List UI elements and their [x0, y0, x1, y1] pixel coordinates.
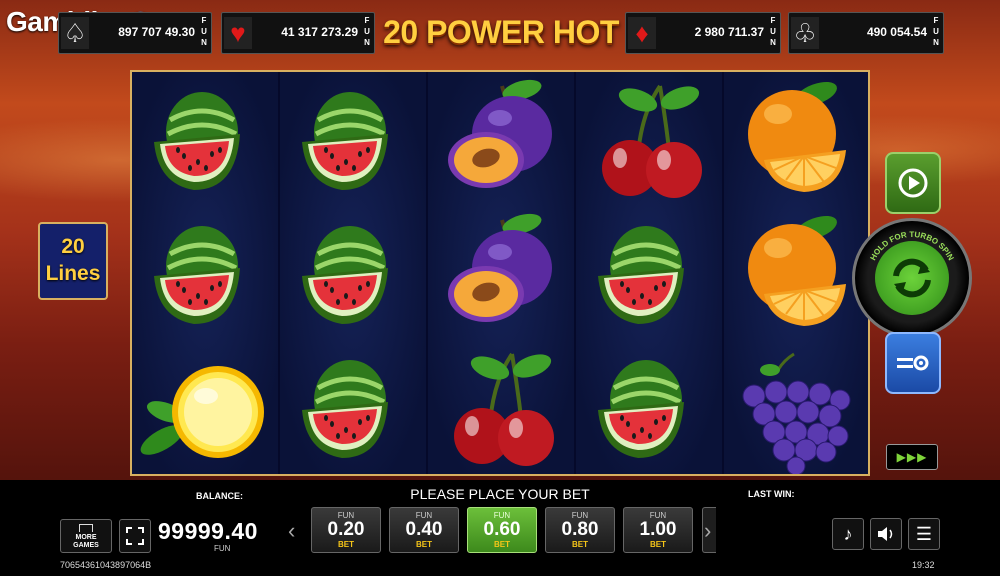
- more-games-label: MORE: [75, 534, 97, 541]
- house-icon: [79, 524, 93, 532]
- autoplay-button[interactable]: [885, 152, 941, 214]
- session-id: 70654361043897064B: [60, 560, 152, 570]
- bet-button-0-40[interactable]: FUN 0.40 BET: [389, 507, 459, 553]
- bet-value: 0.40: [405, 519, 443, 540]
- more-games-label: GAMES: [73, 542, 99, 549]
- clock: 19:32: [912, 560, 935, 570]
- jackpot-heart: ♥ 41 317 273.29 FUN: [221, 12, 375, 54]
- reel-1: [132, 72, 278, 474]
- orange-symbol: [724, 72, 868, 206]
- jackpot-value: 41 317 273.29: [281, 25, 358, 39]
- lines-label: Lines: [45, 262, 101, 285]
- grapes-symbol: [724, 340, 868, 474]
- bet-label: BET: [338, 540, 354, 549]
- autoplay-icon: [898, 168, 928, 198]
- music-button[interactable]: ♪: [832, 518, 864, 550]
- watermelon-symbol: [576, 340, 722, 474]
- reel-5: [724, 72, 868, 474]
- hamburger-menu-icon: ☰: [915, 523, 933, 544]
- reel-3: [428, 72, 574, 474]
- jackpot-spade: ♤ 897 707 49.30 FUN: [58, 12, 212, 54]
- status-message: PLEASE PLACE YOUR BET: [410, 486, 590, 502]
- jackpot-diamond: ♦ 2 980 711.37 FUN: [625, 12, 781, 54]
- settings-button[interactable]: [885, 332, 941, 394]
- watermelon-symbol: [132, 72, 278, 206]
- last-win-label: LAST WIN:: [748, 489, 795, 499]
- balance-currency: FUN: [214, 544, 231, 553]
- watermelon-symbol: [280, 206, 426, 340]
- speaker-icon: [878, 527, 893, 541]
- bet-value: 1.00: [639, 519, 677, 540]
- bet-scroll-left-arrow[interactable]: ‹: [288, 518, 295, 544]
- bet-label: BET: [416, 540, 432, 549]
- bet-value: 0.80: [561, 519, 599, 540]
- menu-button[interactable]: ☰: [908, 518, 940, 550]
- plum-symbol: [428, 206, 574, 340]
- lines-badge: 20 Lines: [38, 222, 108, 300]
- sound-button[interactable]: [870, 518, 902, 550]
- spade-icon: ♤: [61, 17, 89, 49]
- watermelon-symbol: [280, 72, 426, 206]
- jackpot-value: 490 054.54: [866, 25, 927, 39]
- play-forward-icon: ▶▶▶: [896, 450, 928, 464]
- orange-symbol: [724, 206, 868, 340]
- game-title: 20 POWER HOT: [383, 14, 619, 50]
- reel-2: [280, 72, 426, 474]
- bet-button-0-20[interactable]: FUN 0.20 BET: [311, 507, 381, 553]
- lines-count: 20: [61, 235, 85, 258]
- jackpot-value: 2 980 711.37: [694, 25, 764, 39]
- bet-button-0-60[interactable]: FUN 0.60 BET: [467, 507, 537, 553]
- watermelon-symbol: [280, 340, 426, 474]
- plum-symbol: [428, 72, 574, 206]
- bet-scroll-right-arrow[interactable]: ›: [704, 518, 711, 544]
- lemon-symbol: [132, 340, 278, 474]
- cherry-symbol: [428, 340, 574, 474]
- jackpot-fun-label: FUN: [364, 16, 370, 47]
- bet-value: 0.60: [483, 519, 521, 540]
- heart-icon: ♥: [224, 17, 252, 49]
- jackpot-fun-label: FUN: [933, 16, 939, 47]
- cherry-symbol: [576, 72, 722, 206]
- jackpot-club: ♧ 490 054.54 FUN: [788, 12, 944, 54]
- bet-label: BET: [572, 540, 588, 549]
- club-icon: ♧: [791, 17, 819, 49]
- jackpot-value: 897 707 49.30: [118, 25, 195, 39]
- bet-button-0-80[interactable]: FUN 0.80 BET: [545, 507, 615, 553]
- watermelon-symbol: [132, 206, 278, 340]
- balance-label: BALANCE:: [196, 491, 243, 501]
- reel-4: [576, 72, 722, 474]
- more-games-button[interactable]: MORE GAMES: [60, 519, 112, 553]
- balance-value: 99999.40: [158, 518, 258, 544]
- jackpot-fun-label: FUN: [201, 16, 207, 47]
- spin-arrows-icon: [875, 241, 949, 315]
- bet-label: BET: [494, 540, 510, 549]
- fullscreen-button[interactable]: [119, 519, 151, 553]
- fullscreen-icon: [126, 527, 144, 545]
- play-forward-button[interactable]: ▶▶▶: [886, 444, 938, 470]
- watermelon-symbol: [576, 206, 722, 340]
- diamond-icon: ♦: [628, 17, 656, 49]
- jackpot-fun-label: FUN: [770, 16, 776, 47]
- bet-label: BET: [650, 540, 666, 549]
- settings-icon: [897, 355, 929, 371]
- music-note-icon: ♪: [843, 523, 853, 544]
- bet-button-1-00[interactable]: FUN 1.00 BET: [623, 507, 693, 553]
- bet-value: 0.20: [327, 519, 365, 540]
- reel-area[interactable]: [130, 70, 870, 476]
- spin-button[interactable]: HOLD FOR TURBO SPIN: [852, 218, 972, 338]
